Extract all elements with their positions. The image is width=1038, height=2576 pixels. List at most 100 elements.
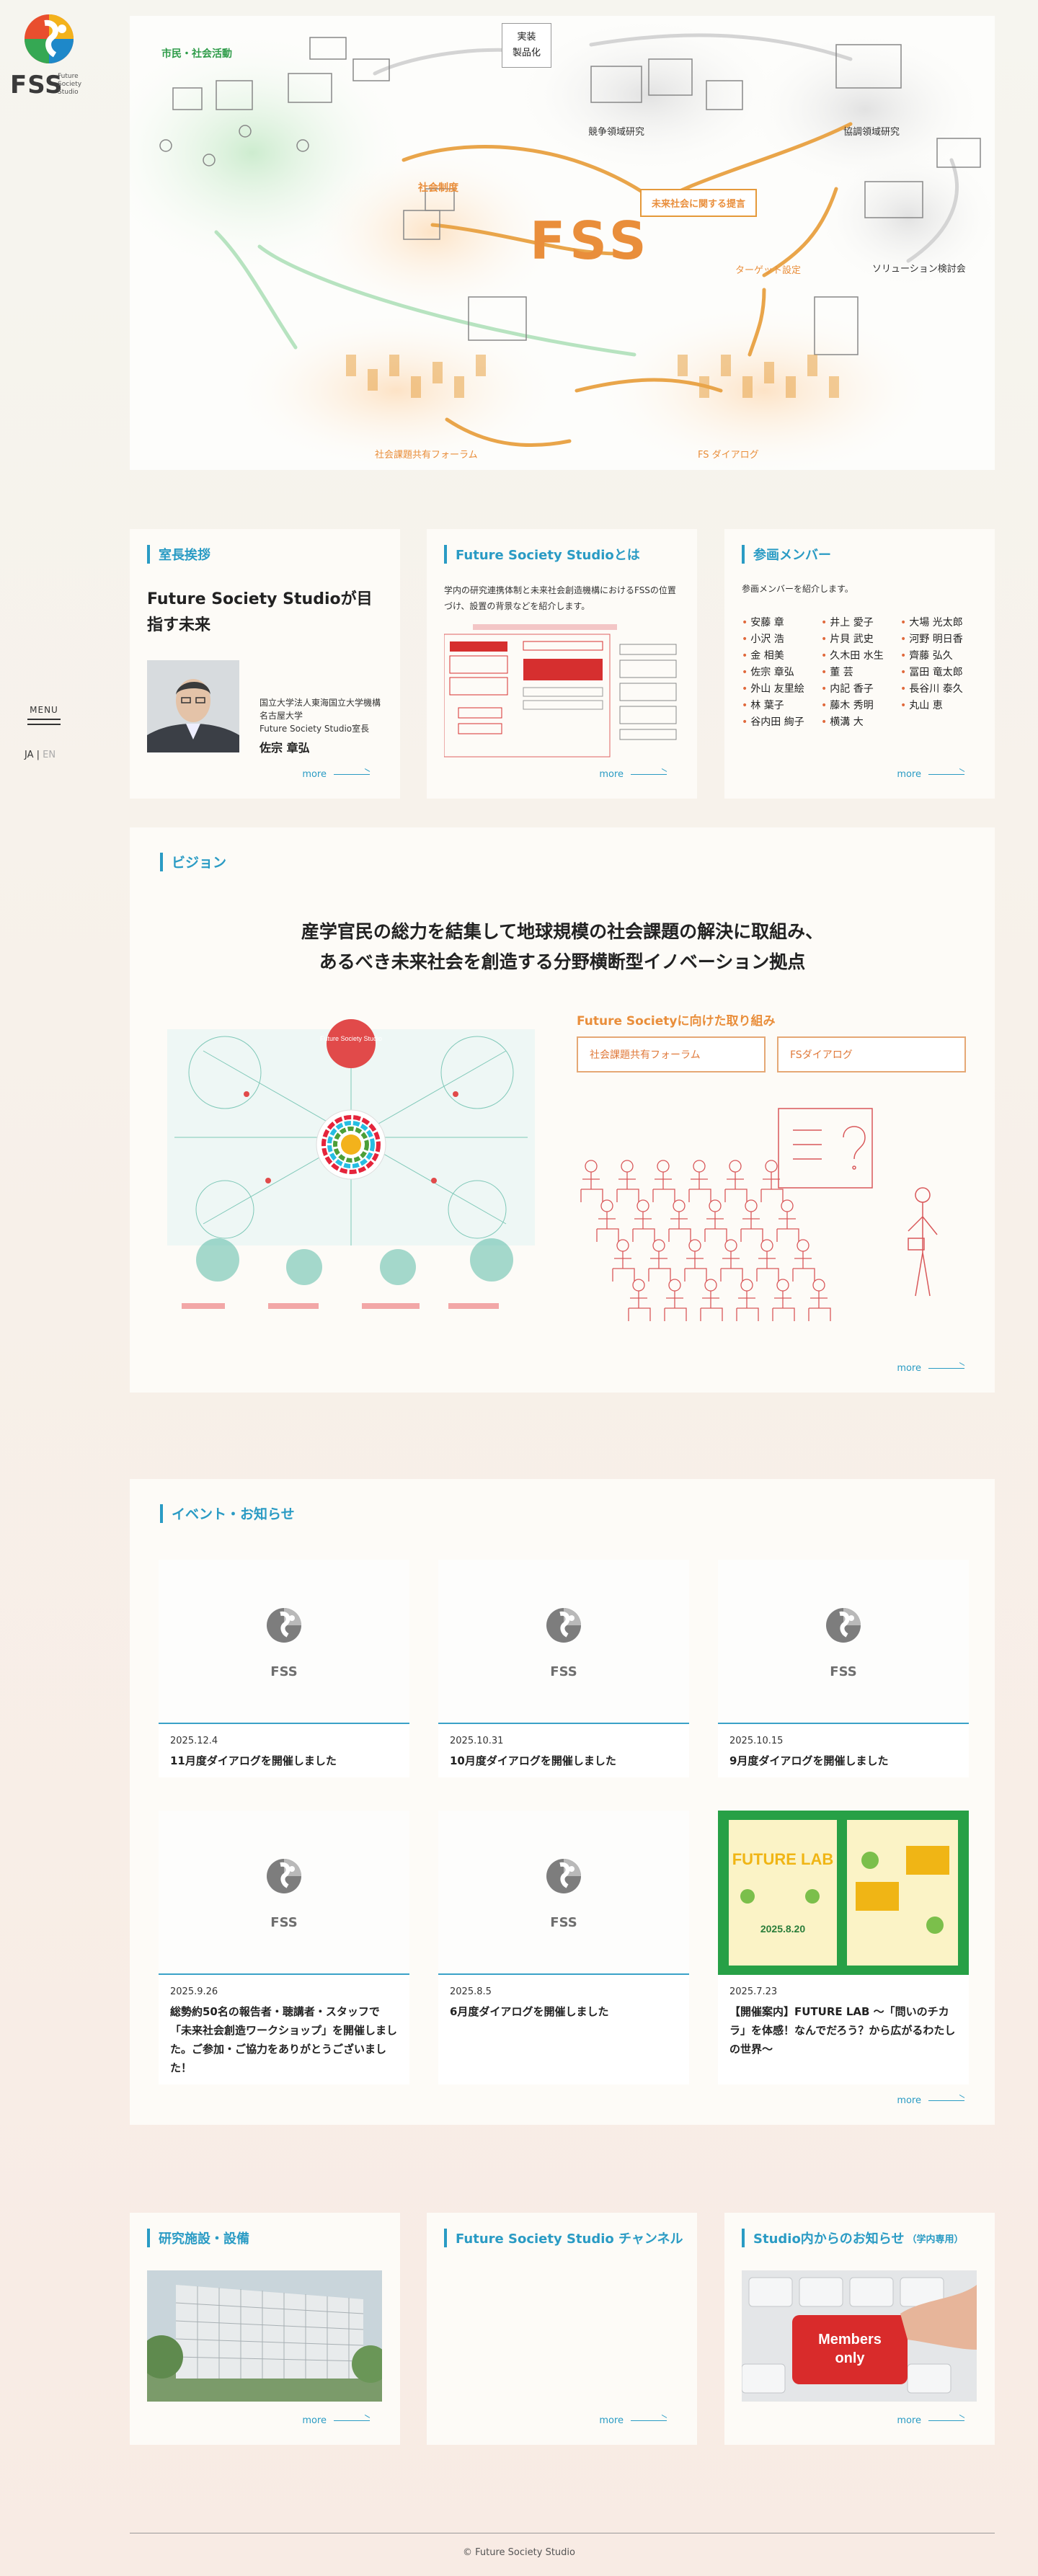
arrow-right-icon (959, 768, 965, 772)
audience-figure (664, 1279, 687, 1321)
member-name: 佐宗 章弘 (742, 665, 821, 680)
audience-figure (700, 1279, 723, 1321)
arrow-right-icon (364, 768, 371, 772)
channel-card[interactable]: Future Society Studio チャンネル more (427, 2213, 697, 2445)
about-more-link[interactable]: more (599, 768, 667, 780)
arrow-right-icon (364, 2415, 371, 2418)
event-thumbnail: FSS (159, 1811, 409, 1975)
audience-figure (756, 1239, 779, 1282)
internal-news-heading: Studio内からのお知らせ （学内専用） (742, 2229, 963, 2247)
audience-figure (776, 1199, 799, 1242)
svg-text:FUTURE LAB: FUTURE LAB (732, 1850, 834, 1868)
event-date: 2025.10.31 (450, 1736, 504, 1746)
members-list: 安藤 章井上 愛子大場 光太郎小沢 浩片貝 武史河野 明日香金 相美久木田 水生… (742, 616, 980, 730)
label-cooperative-research: 協調領域研究 (843, 127, 900, 138)
audience-figure (688, 1160, 711, 1202)
event-card[interactable]: FSS 2025.12.4 11月度ダイアログを開催しました (159, 1560, 409, 1777)
facilities-card[interactable]: 研究施設・設備 more (130, 2213, 400, 2445)
member-name: 丸山 恵 (900, 698, 980, 714)
member-name: 齊藤 弘久 (900, 649, 980, 664)
events-section: イベント・お知らせ FSS 2025.12.4 11月度ダイアログを開催しました F… (130, 1479, 995, 2125)
facilities-heading: 研究施設・設備 (147, 2229, 249, 2247)
vision-section: ビジョン 産学官民の総力を結集して地球規模の社会課題の解決に取組み、 あるべき未… (130, 827, 995, 1393)
language-switcher: JA | EN (25, 750, 56, 760)
audience-figure (720, 1239, 743, 1282)
members-card[interactable]: 参画メンバー 参画メンバーを紹介します。 安藤 章井上 愛子大場 光太郎小沢 浩… (724, 529, 995, 799)
arrow-right-icon (661, 2415, 667, 2418)
event-thumbnail: FSS (438, 1560, 689, 1724)
member-name: 長谷川 泰久 (900, 682, 980, 697)
events-heading: イベント・お知らせ (160, 1504, 295, 1523)
fss-thumb-logo-icon (267, 1607, 301, 1643)
event-date: 2025.9.26 (170, 1986, 218, 1997)
dialogue-button[interactable]: FSダイアログ (777, 1036, 966, 1072)
audience-figure (612, 1239, 635, 1282)
audience-figure (648, 1239, 671, 1282)
members-heading: 参画メンバー (742, 545, 831, 564)
greeting-card[interactable]: 室長挨拶 Future Society Studioが目指す未来 国立大学法人東… (130, 529, 400, 799)
audience-figure (736, 1279, 759, 1321)
audience-figure (668, 1199, 691, 1242)
label-implementation: 実装 製品化 (502, 23, 552, 68)
member-name: 外山 友里絵 (742, 682, 821, 697)
arrow-right-icon (959, 1362, 965, 1366)
menu-button[interactable]: MENU (27, 705, 61, 729)
event-card[interactable]: FSS 2025.10.15 9月度ダイアログを開催しました (718, 1560, 969, 1777)
fss-thumb-logo-icon (267, 1858, 301, 1893)
channel-more-link[interactable]: more (599, 2415, 667, 2426)
member-name: 片貝 武史 (821, 632, 900, 647)
lang-separator: | (36, 750, 40, 760)
audience-figure (724, 1160, 748, 1202)
lang-en[interactable]: EN (43, 750, 56, 760)
event-title: 【開催案内】FUTURE LAB 〜「問いのチカラ」を体感！なんでだろう？から広… (729, 2005, 956, 2056)
event-card[interactable]: FSS 2025.9.26 総勢約50名の報告者・聴講者・スタッフで「未来社会創造ワ… (159, 1811, 409, 2084)
event-title: 総勢約50名の報告者・聴講者・スタッフで「未来社会創造ワークショップ」を開催しま… (170, 2005, 398, 2074)
audience-figure (808, 1279, 831, 1321)
label-target-setting: ターゲット設定 (735, 265, 802, 276)
internal-news-card[interactable]: Studio内からのお知らせ （学内専用） Members only more (724, 2213, 995, 2445)
channel-heading: Future Society Studio チャンネル (444, 2229, 683, 2247)
site-logo[interactable]: FSS Future Society Studio (10, 13, 89, 99)
arrow-right-icon (959, 2095, 965, 2098)
lang-ja[interactable]: JA (25, 750, 34, 760)
members-only-keyboard-photo: Members only (742, 2270, 977, 2402)
member-name: 藤木 秀明 (821, 698, 900, 714)
vision-fig-center-label: Future Society Studio (320, 1035, 382, 1042)
event-card[interactable]: FSS 2025.10.31 10月度ダイアログを開催しました (438, 1560, 689, 1777)
events-more-link[interactable]: more (897, 2095, 965, 2106)
event-date: 2025.8.5 (450, 1986, 492, 1997)
arrow-right-icon (959, 2415, 965, 2418)
logo-subtitle: Future Society Studio (58, 73, 82, 96)
event-date: 2025.7.23 (729, 1986, 778, 1997)
facilities-more-link[interactable]: more (302, 2415, 371, 2426)
event-card[interactable]: FUTURE LAB 2025.8.20 2025.7.23 【開催案内】FUTU… (718, 1811, 969, 2084)
greeting-more-link[interactable]: more (302, 768, 371, 780)
internal-news-more-link[interactable]: more (897, 2415, 965, 2426)
event-title: 9月度ダイアログを開催しました (729, 1754, 889, 1767)
svg-text:Members: Members (818, 2332, 882, 2348)
members-more-link[interactable]: more (897, 768, 965, 780)
label-forum: 社会課題共有フォーラム (375, 450, 478, 461)
audience-figure (740, 1199, 763, 1242)
members-intro: 参画メンバーを紹介します。 (742, 584, 853, 594)
vision-more-link[interactable]: more (897, 1362, 965, 1374)
keyboard-image-icon: Members only (742, 2270, 977, 2402)
lecture-illustration (580, 1108, 938, 1321)
arrow-right-icon (661, 768, 667, 772)
fss-thumb-logo-icon (546, 1858, 581, 1893)
audience-figure (616, 1160, 639, 1202)
audience-figure (684, 1239, 707, 1282)
audience-figure (580, 1160, 603, 1202)
hero-fss-center: FSS (530, 210, 651, 271)
event-card[interactable]: FSS 2025.8.5 6月度ダイアログを開催しました (438, 1811, 689, 2084)
event-thumbnail: FSS (718, 1560, 969, 1724)
svg-text:2025.8.20: 2025.8.20 (760, 1923, 805, 1935)
forum-button[interactable]: 社会課題共有フォーラム (577, 1036, 766, 1072)
member-name: 大場 光太郎 (900, 616, 980, 631)
director-affiliation: 国立大学法人東海国立大学機構 名古屋大学 Future Society Stud… (260, 698, 381, 734)
audience-figure (596, 1199, 619, 1242)
about-card[interactable]: Future Society Studioとは 学内の研究連携体制と未来社会創造… (427, 529, 697, 799)
hero-diagram: FSS 市民・社会活動 社会制度 未来社会に関する提言 競争領域研究 協調領域研… (130, 16, 995, 470)
event-thumbnail: FUTURE LAB 2025.8.20 (718, 1811, 969, 1975)
fss-logo-icon (25, 14, 74, 63)
